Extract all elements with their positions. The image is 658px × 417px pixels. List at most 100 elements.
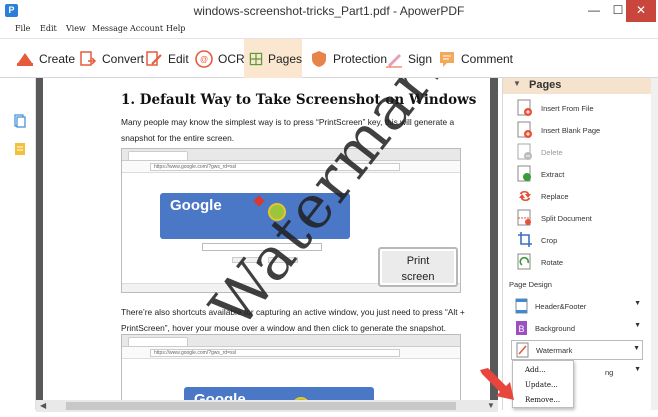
menu-file[interactable]: File [15, 24, 30, 33]
protection-tool[interactable]: Protection [309, 39, 387, 78]
document-paragraph-2: There’re also shortcuts available for ca… [121, 307, 465, 333]
document-viewer[interactable]: 1. Default Way to Take Screenshot on Win… [36, 78, 498, 410]
shield-icon [312, 50, 326, 67]
numbering-label: ng [605, 367, 614, 377]
embedded-url-2: https://www.google.com/?gws_rd=ssl [154, 350, 237, 356]
convert-tool[interactable]: Convert [78, 39, 144, 78]
print-key-line1: Print [406, 255, 430, 267]
edit-icon [146, 50, 162, 66]
comment-tool[interactable]: Comment [437, 39, 513, 78]
menu-account[interactable]: Account [130, 24, 163, 33]
replace-item[interactable]: Replace [517, 186, 569, 206]
create-tool[interactable]: Create [15, 39, 75, 78]
delete-item[interactable]: Delete [517, 142, 563, 162]
bookmarks-icon[interactable] [14, 142, 26, 156]
sign-label: Sign [408, 51, 433, 66]
insert-blank-page-item[interactable]: Insert Blank Page [517, 120, 600, 140]
svg-text:B: B [518, 324, 524, 334]
header-footer-item[interactable]: Header&Footer ▼ [511, 296, 643, 316]
panel-scrollbar[interactable] [651, 78, 658, 410]
thumbnails-icon[interactable] [14, 114, 26, 128]
watermark-dropdown-menu: Add... Update... Remove... [512, 360, 574, 408]
svg-text:@: @ [200, 55, 208, 64]
page-design-section-title: Page Design [509, 280, 552, 289]
horizontal-scroll-thumb[interactable] [66, 402, 456, 410]
convert-icon [80, 50, 97, 66]
doodle-text-2: Google [194, 391, 246, 400]
edit-tool[interactable]: Edit [144, 39, 189, 78]
insert-blank-page-label: Insert Blank Page [541, 125, 601, 135]
background-item[interactable]: B Background ▼ [511, 318, 643, 338]
print-screen-key: Print screen [378, 247, 458, 287]
convert-label: Convert [102, 51, 145, 66]
insert-file-icon [517, 99, 532, 116]
crop-icon [518, 232, 532, 247]
protection-label: Protection [333, 51, 388, 66]
insert-from-file-label: Insert From File [541, 103, 594, 113]
embedded-screenshot-2: https://www.google.com/?gws_rd=ssl Googl… [121, 334, 461, 400]
extract-icon [517, 165, 531, 182]
window-title: windows-screenshot-tricks_Part1.pdf - Ap… [193, 4, 465, 18]
chevron-down-icon[interactable]: ▼ [633, 345, 640, 352]
replace-icon [519, 191, 531, 201]
watermark-remove-option[interactable]: Remove... [525, 396, 560, 404]
crop-label: Crop [541, 235, 558, 245]
background-icon: B [516, 321, 527, 335]
collapse-icon: ▼ [513, 79, 521, 88]
extract-item[interactable]: Extract [517, 164, 564, 184]
pages-tool[interactable]: Pages [244, 39, 302, 78]
watermark-update-option[interactable]: Update... [525, 381, 558, 389]
pages-panel-header[interactable]: ▼ Pages [503, 78, 653, 94]
doodle-text: Google [170, 197, 222, 214]
split-icon [517, 209, 531, 226]
sign-icon [386, 53, 402, 67]
watermark-label: Watermark [536, 345, 573, 355]
scroll-left-icon[interactable]: ◀ [40, 400, 46, 412]
menu-view[interactable]: View [66, 24, 86, 33]
title-bar: P windows-screenshot-tricks_Part1.pdf - … [0, 0, 658, 22]
chevron-down-icon[interactable]: ▼ [634, 366, 641, 373]
document-heading: 1. Default Way to Take Screenshot on Win… [121, 92, 477, 108]
pages-icon [249, 52, 263, 65]
edit-label: Edit [168, 51, 189, 66]
rotate-item[interactable]: Rotate [517, 252, 563, 272]
delete-label: Delete [541, 147, 563, 157]
google-doodle: Google [160, 193, 350, 239]
horizontal-scrollbar[interactable]: ◀ ▼ [36, 400, 498, 412]
create-icon [17, 52, 33, 66]
create-label: Create [39, 51, 76, 66]
pointer-arrow-icon [480, 368, 514, 400]
split-document-label: Split Document [541, 213, 592, 223]
comment-label: Comment [461, 51, 514, 66]
left-rail [0, 78, 36, 410]
pdf-page: 1. Default Way to Take Screenshot on Win… [43, 78, 490, 400]
menu-bar: File Edit View Message Account Help [0, 22, 658, 38]
chevron-down-icon[interactable]: ▼ [634, 300, 641, 307]
document-paragraph: Many people may know the simplest way is… [121, 117, 455, 143]
menu-edit[interactable]: Edit [40, 24, 57, 33]
print-key-line2: screen [401, 271, 435, 283]
close-button[interactable]: ✕ [626, 0, 656, 22]
header-footer-label: Header&Footer [535, 301, 587, 311]
blank-page-icon [517, 121, 532, 138]
chevron-down-icon[interactable]: ▼ [634, 322, 641, 329]
watermark-item[interactable]: Watermark ▼ [511, 340, 643, 360]
menu-help[interactable]: Help [166, 24, 185, 33]
watermark-icon [516, 342, 529, 358]
rotate-label: Rotate [541, 257, 564, 267]
replace-label: Replace [541, 191, 569, 201]
comment-icon [440, 51, 454, 67]
menu-message[interactable]: Message [92, 24, 128, 33]
sign-tool[interactable]: Sign [384, 39, 432, 78]
google-doodle-2: Google [184, 387, 374, 400]
ocr-tool[interactable]: @ OCR [194, 39, 245, 78]
embedded-url: https://www.google.com/?gws_rd=ssl [154, 164, 237, 170]
toolbar: Create Convert Edit @ OCR Pages Protecti… [0, 38, 658, 78]
watermark-add-option[interactable]: Add... [525, 366, 546, 374]
ocr-label: OCR [218, 51, 245, 66]
header-footer-icon [515, 298, 528, 314]
crop-item[interactable]: Crop [517, 230, 557, 250]
delete-page-icon [517, 143, 532, 160]
insert-from-file-item[interactable]: Insert From File [517, 98, 594, 118]
split-document-item[interactable]: Split Document [517, 208, 592, 228]
